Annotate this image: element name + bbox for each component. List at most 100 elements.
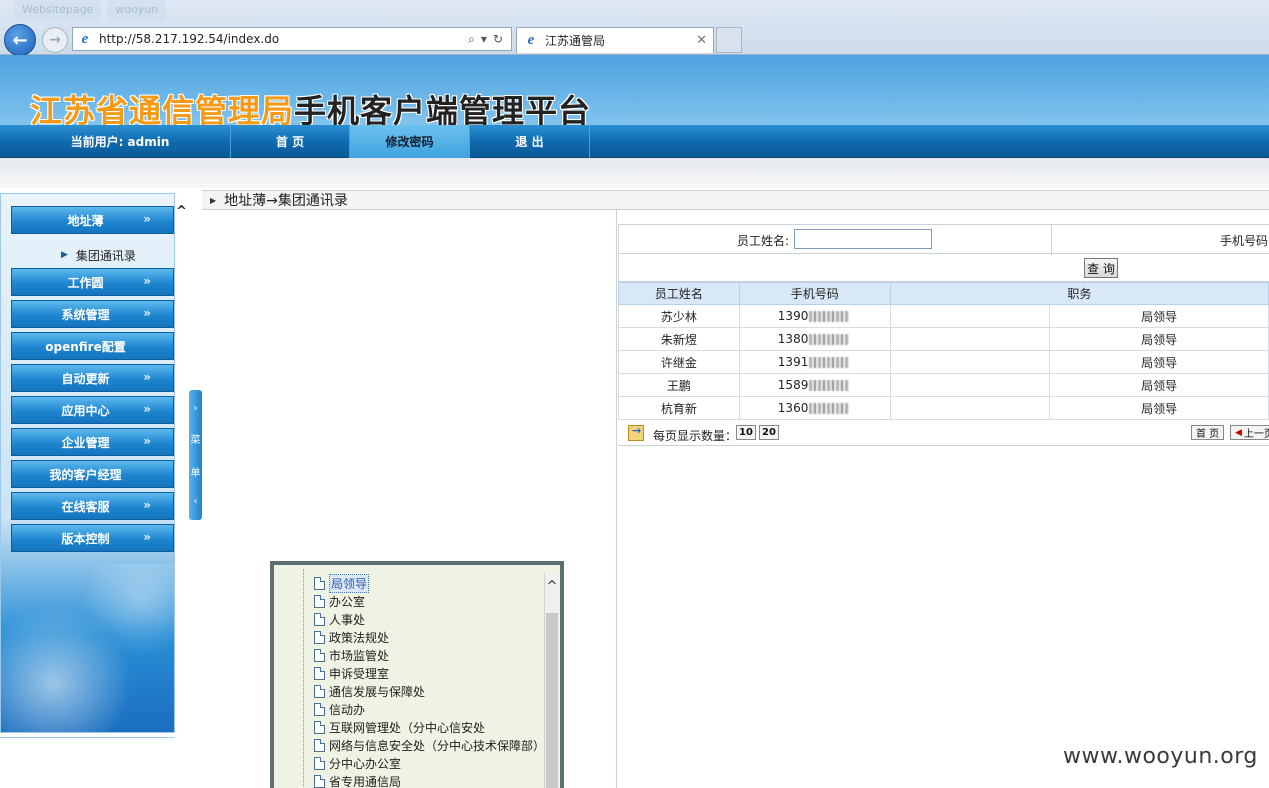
sidebar-item-account-manager[interactable]: 我的客户经理 <box>11 460 174 488</box>
column-header-phone[interactable]: 手机号码 <box>738 282 891 305</box>
menu-toggle-label: 单 <box>190 467 201 479</box>
chevron-up-icon[interactable]: ^ <box>176 204 188 220</box>
cell-title: 局领导 <box>1049 327 1269 351</box>
browser-chrome: Websitepage wooyun ← → e http://58.217.1… <box>0 0 1269 56</box>
chevron-right-icon: » <box>143 306 151 320</box>
tree-node[interactable]: 办公室 <box>314 592 365 610</box>
table-row[interactable]: 许继金 1391 局领导 <box>618 350 1269 374</box>
table-row[interactable]: 朱新煜 1380 局领导 <box>618 327 1269 351</box>
cell-title: 局领导 <box>1049 304 1269 328</box>
sidebar-item-version[interactable]: 版本控制 » <box>11 524 174 552</box>
sidebar: 地址薄» ▶ 集团通讯录 工作圆» 系统管理» openfire配置 自动更新» … <box>0 193 175 733</box>
page-size-20-button[interactable]: 20 <box>759 425 779 440</box>
prev-page-button[interactable]: ◀ 上一页 <box>1230 425 1269 440</box>
document-icon <box>314 702 325 716</box>
tree-node[interactable]: 局领导 <box>314 573 370 593</box>
sidebar-item-label: 自动更新 <box>61 371 110 386</box>
sidebar-item-system[interactable]: 系统管理 » <box>11 300 174 328</box>
sidebar-subitem-group-contacts[interactable]: ▶ 集团通讯录 <box>61 246 136 264</box>
sidebar-item-label: openfire配置 <box>45 339 126 354</box>
column-header-title[interactable]: 职务 <box>889 282 1269 305</box>
scrollbar-thumb[interactable] <box>546 613 558 788</box>
cell-name: 许继金 <box>618 350 740 374</box>
tree-node[interactable]: 互联网管理处（分中心信安处 <box>314 718 485 736</box>
cell-empty <box>889 350 1051 374</box>
cell-title: 局领导 <box>1049 350 1269 374</box>
document-icon <box>314 576 325 590</box>
cell-phone: 1390 <box>738 304 891 328</box>
top-nav: 当前用户: admin 首 页 修改密码 退 出 <box>0 125 1269 158</box>
chevron-right-icon: » <box>143 402 151 416</box>
background-tab[interactable]: wooyun <box>107 0 167 20</box>
refresh-icon[interactable]: ↻ <box>493 32 503 47</box>
divider <box>1051 225 1052 255</box>
table-row[interactable]: 王鹏 1589 局领导 <box>618 373 1269 397</box>
tree-node[interactable]: 申诉受理室 <box>314 664 389 682</box>
address-url[interactable]: http://58.217.192.54/index.do <box>99 32 468 46</box>
table-row[interactable]: 杭育新 1360 局领导 <box>618 396 1269 420</box>
tree-node[interactable]: 通信发展与保障处 <box>314 682 425 700</box>
sidebar-item-enterprise[interactable]: 企业管理 » <box>11 428 174 456</box>
sidebar-item-label: 我的客户经理 <box>49 467 122 482</box>
forward-button[interactable]: → <box>42 27 68 53</box>
tree-node[interactable]: 省专用通信局 <box>314 772 401 788</box>
new-tab-button[interactable] <box>716 27 742 53</box>
sidebar-item-openfire[interactable]: openfire配置 <box>11 332 174 360</box>
ie-icon: e <box>81 30 89 47</box>
header-band <box>0 158 1269 188</box>
cell-empty <box>889 396 1051 420</box>
name-input[interactable] <box>794 229 932 249</box>
table-row[interactable]: 苏少林 1390 局领导 <box>618 304 1269 328</box>
sidebar-item-label: 系统管理 <box>61 307 110 322</box>
nav-home[interactable]: 首 页 <box>231 125 350 158</box>
breadcrumb: ▶ 地址薄→集团通讯录 <box>202 190 1269 210</box>
cell-empty <box>889 304 1051 328</box>
phone-prefix: 1360 <box>777 401 809 415</box>
chevron-up-icon[interactable]: ^ <box>544 577 560 595</box>
phone-prefix: 1380 <box>777 332 809 346</box>
query-button[interactable]: 查 询 <box>1084 258 1118 278</box>
close-icon[interactable]: ✕ <box>696 33 707 48</box>
dropdown-icon[interactable]: ▾ <box>481 32 487 47</box>
nav-change-password[interactable]: 修改密码 <box>350 125 470 158</box>
cell-name: 王鹏 <box>618 373 740 397</box>
tree-node[interactable]: 分中心办公室 <box>314 754 401 772</box>
address-bar[interactable]: e http://58.217.192.54/index.do ⌕ ▾ ↻ <box>72 27 512 51</box>
column-header-name[interactable]: 员工姓名 <box>618 282 740 305</box>
chevron-right-icon: » <box>143 434 151 448</box>
sidebar-item-label: 工作圆 <box>67 275 104 290</box>
cell-phone: 1391 <box>738 350 891 374</box>
first-page-button[interactable]: 首 页 <box>1191 425 1225 440</box>
sidebar-item-auto-update[interactable]: 自动更新 » <box>11 364 174 392</box>
cell-title: 局领导 <box>1049 396 1269 420</box>
document-icon <box>314 756 325 770</box>
search-icon[interactable]: ⌕ <box>468 32 475 47</box>
tree-node-label: 信动办 <box>329 702 366 717</box>
tree-node[interactable]: 信动办 <box>314 700 365 718</box>
sidebar-item-address-book[interactable]: 地址薄 » <box>11 206 174 234</box>
background-tab[interactable]: Websitepage <box>14 0 102 20</box>
nav-logout[interactable]: 退 出 <box>470 125 590 158</box>
page-size-10-button[interactable]: 10 <box>736 425 756 440</box>
background-tabs: Websitepage wooyun <box>14 0 167 22</box>
chevron-left-icon: ‹ <box>193 496 198 508</box>
browser-tab-active[interactable]: e 江苏通管局 ✕ <box>516 27 714 53</box>
cell-name: 朱新煜 <box>618 327 740 351</box>
sidebar-item-app-center[interactable]: 应用中心 » <box>11 396 174 424</box>
arrow-right-icon: → <box>49 32 61 48</box>
chevron-right-icon: » <box>143 212 151 226</box>
triangle-right-icon: ▶ <box>61 250 68 260</box>
cell-name: 杭育新 <box>618 396 740 420</box>
sidebar-subitem-label: 集团通讯录 <box>75 248 136 263</box>
menu-toggle[interactable]: › 菜 单 ‹ <box>189 390 202 520</box>
cell-phone: 1360 <box>738 396 891 420</box>
tree-node[interactable]: 网络与信息安全处（分中心技术保障部） <box>314 736 545 754</box>
tab-title: 江苏通管局 <box>545 34 606 48</box>
back-button[interactable]: ← <box>4 24 36 56</box>
pager: 每页显示数量： 10 20 首 页 ◀上一页 <box>618 422 1269 446</box>
tree-node[interactable]: 人事处 <box>314 610 365 628</box>
sidebar-item-online-service[interactable]: 在线客服 » <box>11 492 174 520</box>
tree-node[interactable]: 市场监管处 <box>314 646 389 664</box>
tree-node[interactable]: 政策法规处 <box>314 628 389 646</box>
sidebar-item-work-circle[interactable]: 工作圆 » <box>11 268 174 296</box>
